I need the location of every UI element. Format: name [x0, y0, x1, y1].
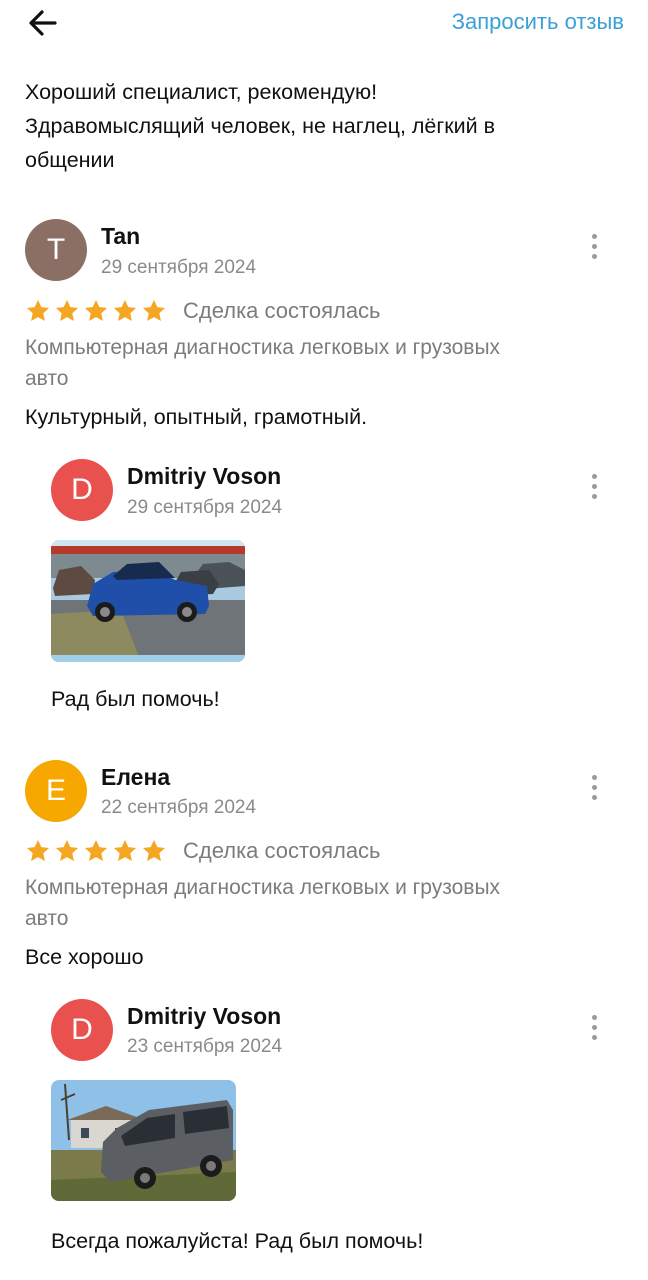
service-line: авто	[25, 367, 69, 390]
review-comment: Культурный, опытный, грамотный.	[25, 405, 368, 429]
star-icon	[26, 839, 50, 861]
reply-text: Рад был помочь!	[51, 687, 220, 711]
back-arrow-icon	[29, 10, 57, 36]
review-date: 29 сентября 2024	[101, 257, 257, 278]
reply-photo-van[interactable]	[51, 1080, 236, 1201]
star-rating	[25, 838, 167, 864]
star-icon	[142, 839, 166, 861]
van-photo-image	[51, 1080, 236, 1201]
service-name: Компьютерная диагностика легковых и груз…	[25, 872, 615, 934]
reply-author-name[interactable]: Dmitriy Voson	[127, 463, 281, 490]
avatar[interactable]: E	[25, 760, 87, 822]
review-date: 22 сентября 2024	[101, 797, 257, 818]
more-vert-icon	[582, 474, 606, 499]
reply-date: 23 сентября 2024	[127, 1036, 283, 1057]
star-icon	[113, 839, 137, 861]
more-options-button[interactable]	[582, 770, 606, 810]
star-icon	[113, 299, 137, 321]
reply-more-options-button[interactable]	[582, 1010, 606, 1050]
service-line: Компьютерная диагностика легковых и груз…	[25, 876, 501, 899]
more-vert-icon	[582, 234, 606, 259]
service-name: Компьютерная диагностика легковых и груз…	[25, 332, 615, 394]
reply-avatar[interactable]: D	[51, 459, 113, 521]
reply-avatar[interactable]: D	[51, 999, 113, 1061]
reply-text: Всегда пожалуйста! Рад был помочь!	[51, 1229, 424, 1253]
reply-photo-car[interactable]	[51, 540, 245, 662]
review-comment: Все хорошо	[25, 945, 144, 969]
more-vert-icon	[582, 1015, 606, 1040]
star-icon	[55, 839, 79, 861]
review-author-name[interactable]: Елена	[101, 764, 170, 791]
review-text: Хороший специалист, рекомендую! Здравомы…	[25, 75, 615, 177]
star-icon	[84, 299, 108, 321]
review-text-line: Здравомыслящий человек, не наглец, лёгки…	[25, 114, 496, 138]
service-line: Компьютерная диагностика легковых и груз…	[25, 336, 501, 359]
back-button[interactable]	[22, 6, 66, 40]
reply-author-name[interactable]: Dmitriy Voson	[127, 1003, 281, 1030]
avatar[interactable]: T	[25, 219, 87, 281]
review-text-line: общении	[25, 148, 115, 172]
more-options-button[interactable]	[582, 229, 606, 269]
review-text-line: Хороший специалист, рекомендую!	[25, 80, 378, 104]
reply-date: 29 сентября 2024	[127, 497, 283, 518]
deal-status: Сделка состоялась	[183, 838, 381, 863]
star-icon	[26, 299, 50, 321]
reply-more-options-button[interactable]	[582, 469, 606, 509]
car-photo-image	[51, 540, 245, 662]
review-author-name[interactable]: Tan	[101, 223, 140, 250]
service-line: авто	[25, 907, 69, 930]
star-icon	[84, 839, 108, 861]
star-icon	[55, 299, 79, 321]
deal-status: Сделка состоялась	[183, 298, 381, 323]
more-vert-icon	[582, 775, 606, 800]
star-rating	[25, 298, 167, 324]
star-icon	[142, 299, 166, 321]
request-review-link[interactable]: Запросить отзыв	[452, 9, 624, 35]
